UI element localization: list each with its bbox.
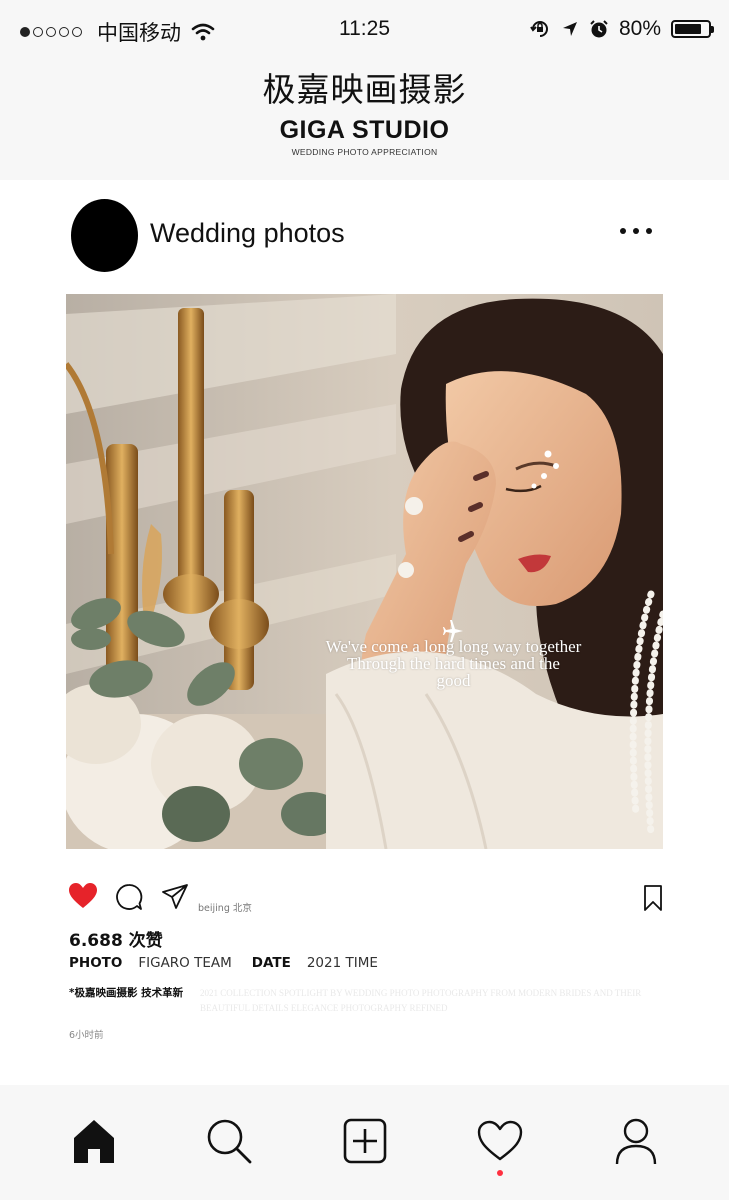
heart-filled-icon[interactable] bbox=[68, 882, 98, 910]
brand-header: 极嘉映画摄影 GIGA STUDIO WEDDING PHOTO APPRECI… bbox=[0, 70, 729, 157]
avatar[interactable] bbox=[71, 199, 138, 272]
bookmark-icon[interactable] bbox=[643, 884, 663, 912]
like-count[interactable]: 6.688 次赞 bbox=[69, 926, 163, 951]
battery-percent: 80% bbox=[618, 17, 661, 40]
brand-tagline: WEDDING PHOTO APPRECIATION bbox=[291, 147, 438, 157]
search-icon[interactable] bbox=[206, 1118, 252, 1164]
post-meta: PHOTO FIGARO TEAM DATE 2021 TIME bbox=[69, 955, 398, 971]
bottom-tab-bar bbox=[0, 1090, 729, 1200]
comment-bubble-icon[interactable] bbox=[115, 883, 143, 911]
battery-fill bbox=[675, 24, 701, 34]
alarm-icon bbox=[590, 20, 608, 38]
home-icon[interactable] bbox=[72, 1118, 116, 1164]
post-card: Wedding photos We've come a long long wa… bbox=[0, 180, 729, 1085]
brand-name-cn: 极嘉映画摄影 bbox=[262, 70, 467, 109]
battery-icon bbox=[671, 20, 714, 38]
post-description: *极嘉映画摄影 技术革新 bbox=[69, 987, 184, 999]
more-dots-icon[interactable] bbox=[620, 228, 652, 234]
caption-line: Through the hard times and the bbox=[347, 654, 560, 673]
date-value: 2021 TIME bbox=[306, 955, 378, 971]
post-photo[interactable]: We've come a long long way together Thro… bbox=[66, 294, 663, 849]
photo-caption: We've come a long long way together Thro… bbox=[266, 638, 641, 689]
faint-background-text: 2021 COLLECTION SPOTLIGHT BY WEDDING PHO… bbox=[200, 988, 642, 1013]
post-actions: beijing 北京 bbox=[68, 882, 668, 916]
status-bar: 中国移动 11:25 80% bbox=[0, 0, 729, 60]
activity-heart-icon[interactable] bbox=[477, 1120, 523, 1162]
brand-name-en: GIGA STUDIO bbox=[279, 116, 450, 144]
caption-line: We've come a long long way together bbox=[325, 637, 582, 656]
notification-dot bbox=[497, 1170, 503, 1176]
date-label: DATE bbox=[251, 955, 291, 971]
post-time: 6小时前 bbox=[69, 1030, 104, 1041]
account-name[interactable]: Wedding photos bbox=[150, 218, 345, 249]
add-post-icon[interactable] bbox=[343, 1118, 387, 1164]
orientation-lock-icon bbox=[530, 21, 548, 37]
profile-icon[interactable] bbox=[614, 1118, 658, 1166]
photo-credit: FIGARO TEAM bbox=[138, 955, 232, 971]
location-arrow-icon bbox=[562, 22, 577, 36]
photo-label: PHOTO bbox=[69, 955, 123, 971]
photo-illustration bbox=[66, 294, 663, 849]
post-location[interactable]: beijing 北京 bbox=[198, 900, 252, 914]
send-plane-icon[interactable] bbox=[161, 883, 189, 910]
caption-line: good bbox=[436, 671, 471, 690]
